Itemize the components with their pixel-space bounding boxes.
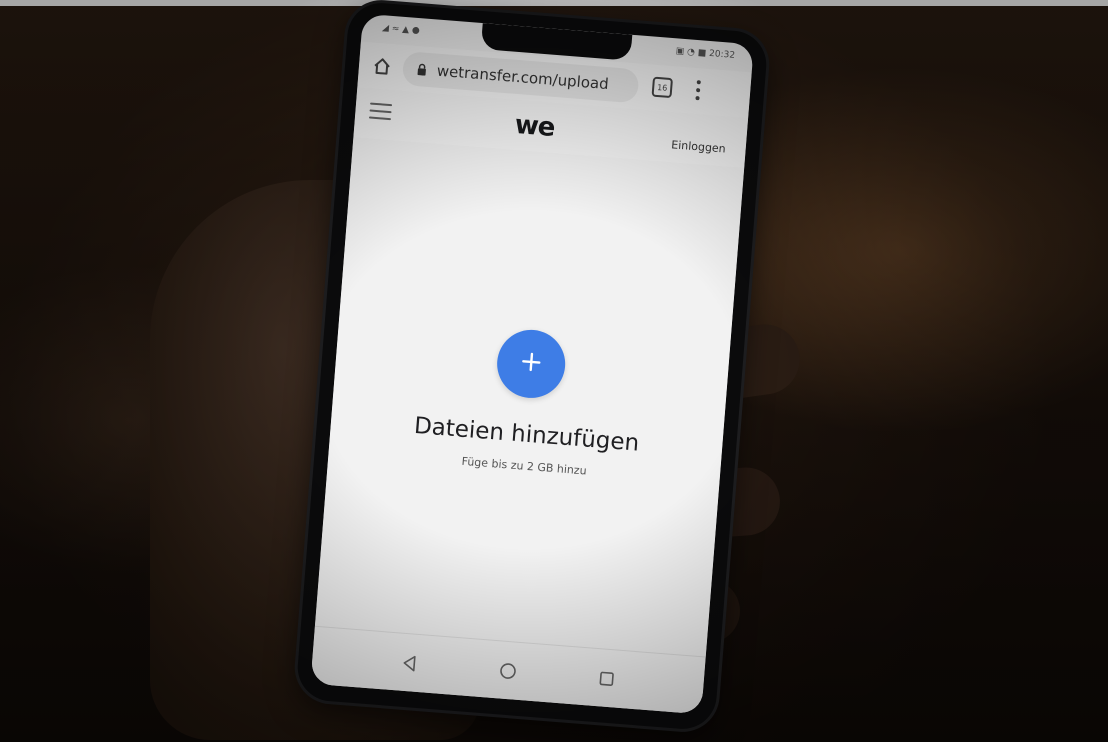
hamburger-bar — [368, 116, 392, 121]
upload-panel: Dateien hinzufügen Füge bis zu 2 GB hinz… — [314, 137, 745, 657]
menu-dot — [696, 80, 701, 85]
top-edge-strip — [0, 0, 1108, 6]
url-text: wetransfer.com/upload — [436, 61, 610, 94]
photo-scene: ◢ ≈ ▲ ● ▣ ◔ ■ 20:32 wetransfer.com/uploa… — [0, 0, 1108, 742]
home-icon[interactable] — [370, 54, 394, 78]
circle-home-icon[interactable] — [496, 659, 520, 683]
tab-switcher-button[interactable]: 16 — [651, 76, 674, 99]
status-icons-right: ▣ ◔ ■ 20:32 — [675, 46, 736, 61]
menu-dot — [696, 88, 701, 93]
add-files-button[interactable] — [494, 327, 568, 401]
hamburger-bar — [370, 102, 393, 107]
hamburger-bar — [369, 109, 392, 114]
phone-screen: ◢ ≈ ▲ ● ▣ ◔ ■ 20:32 wetransfer.com/uploa… — [310, 13, 754, 715]
status-icons-left: ◢ ≈ ▲ ● — [381, 23, 421, 37]
more-vert-icon[interactable] — [689, 78, 707, 103]
plus-icon — [518, 349, 544, 379]
triangle-back-icon[interactable] — [397, 651, 421, 675]
square-recent-icon[interactable] — [595, 667, 619, 691]
login-link[interactable]: Einloggen — [671, 138, 726, 155]
smartphone: ◢ ≈ ▲ ● ▣ ◔ ■ 20:32 wetransfer.com/uploa… — [295, 0, 769, 732]
menu-dot — [695, 96, 700, 101]
lock-icon — [416, 63, 427, 76]
wetransfer-logo[interactable]: we — [514, 110, 556, 143]
hamburger-menu-icon[interactable] — [368, 102, 393, 121]
